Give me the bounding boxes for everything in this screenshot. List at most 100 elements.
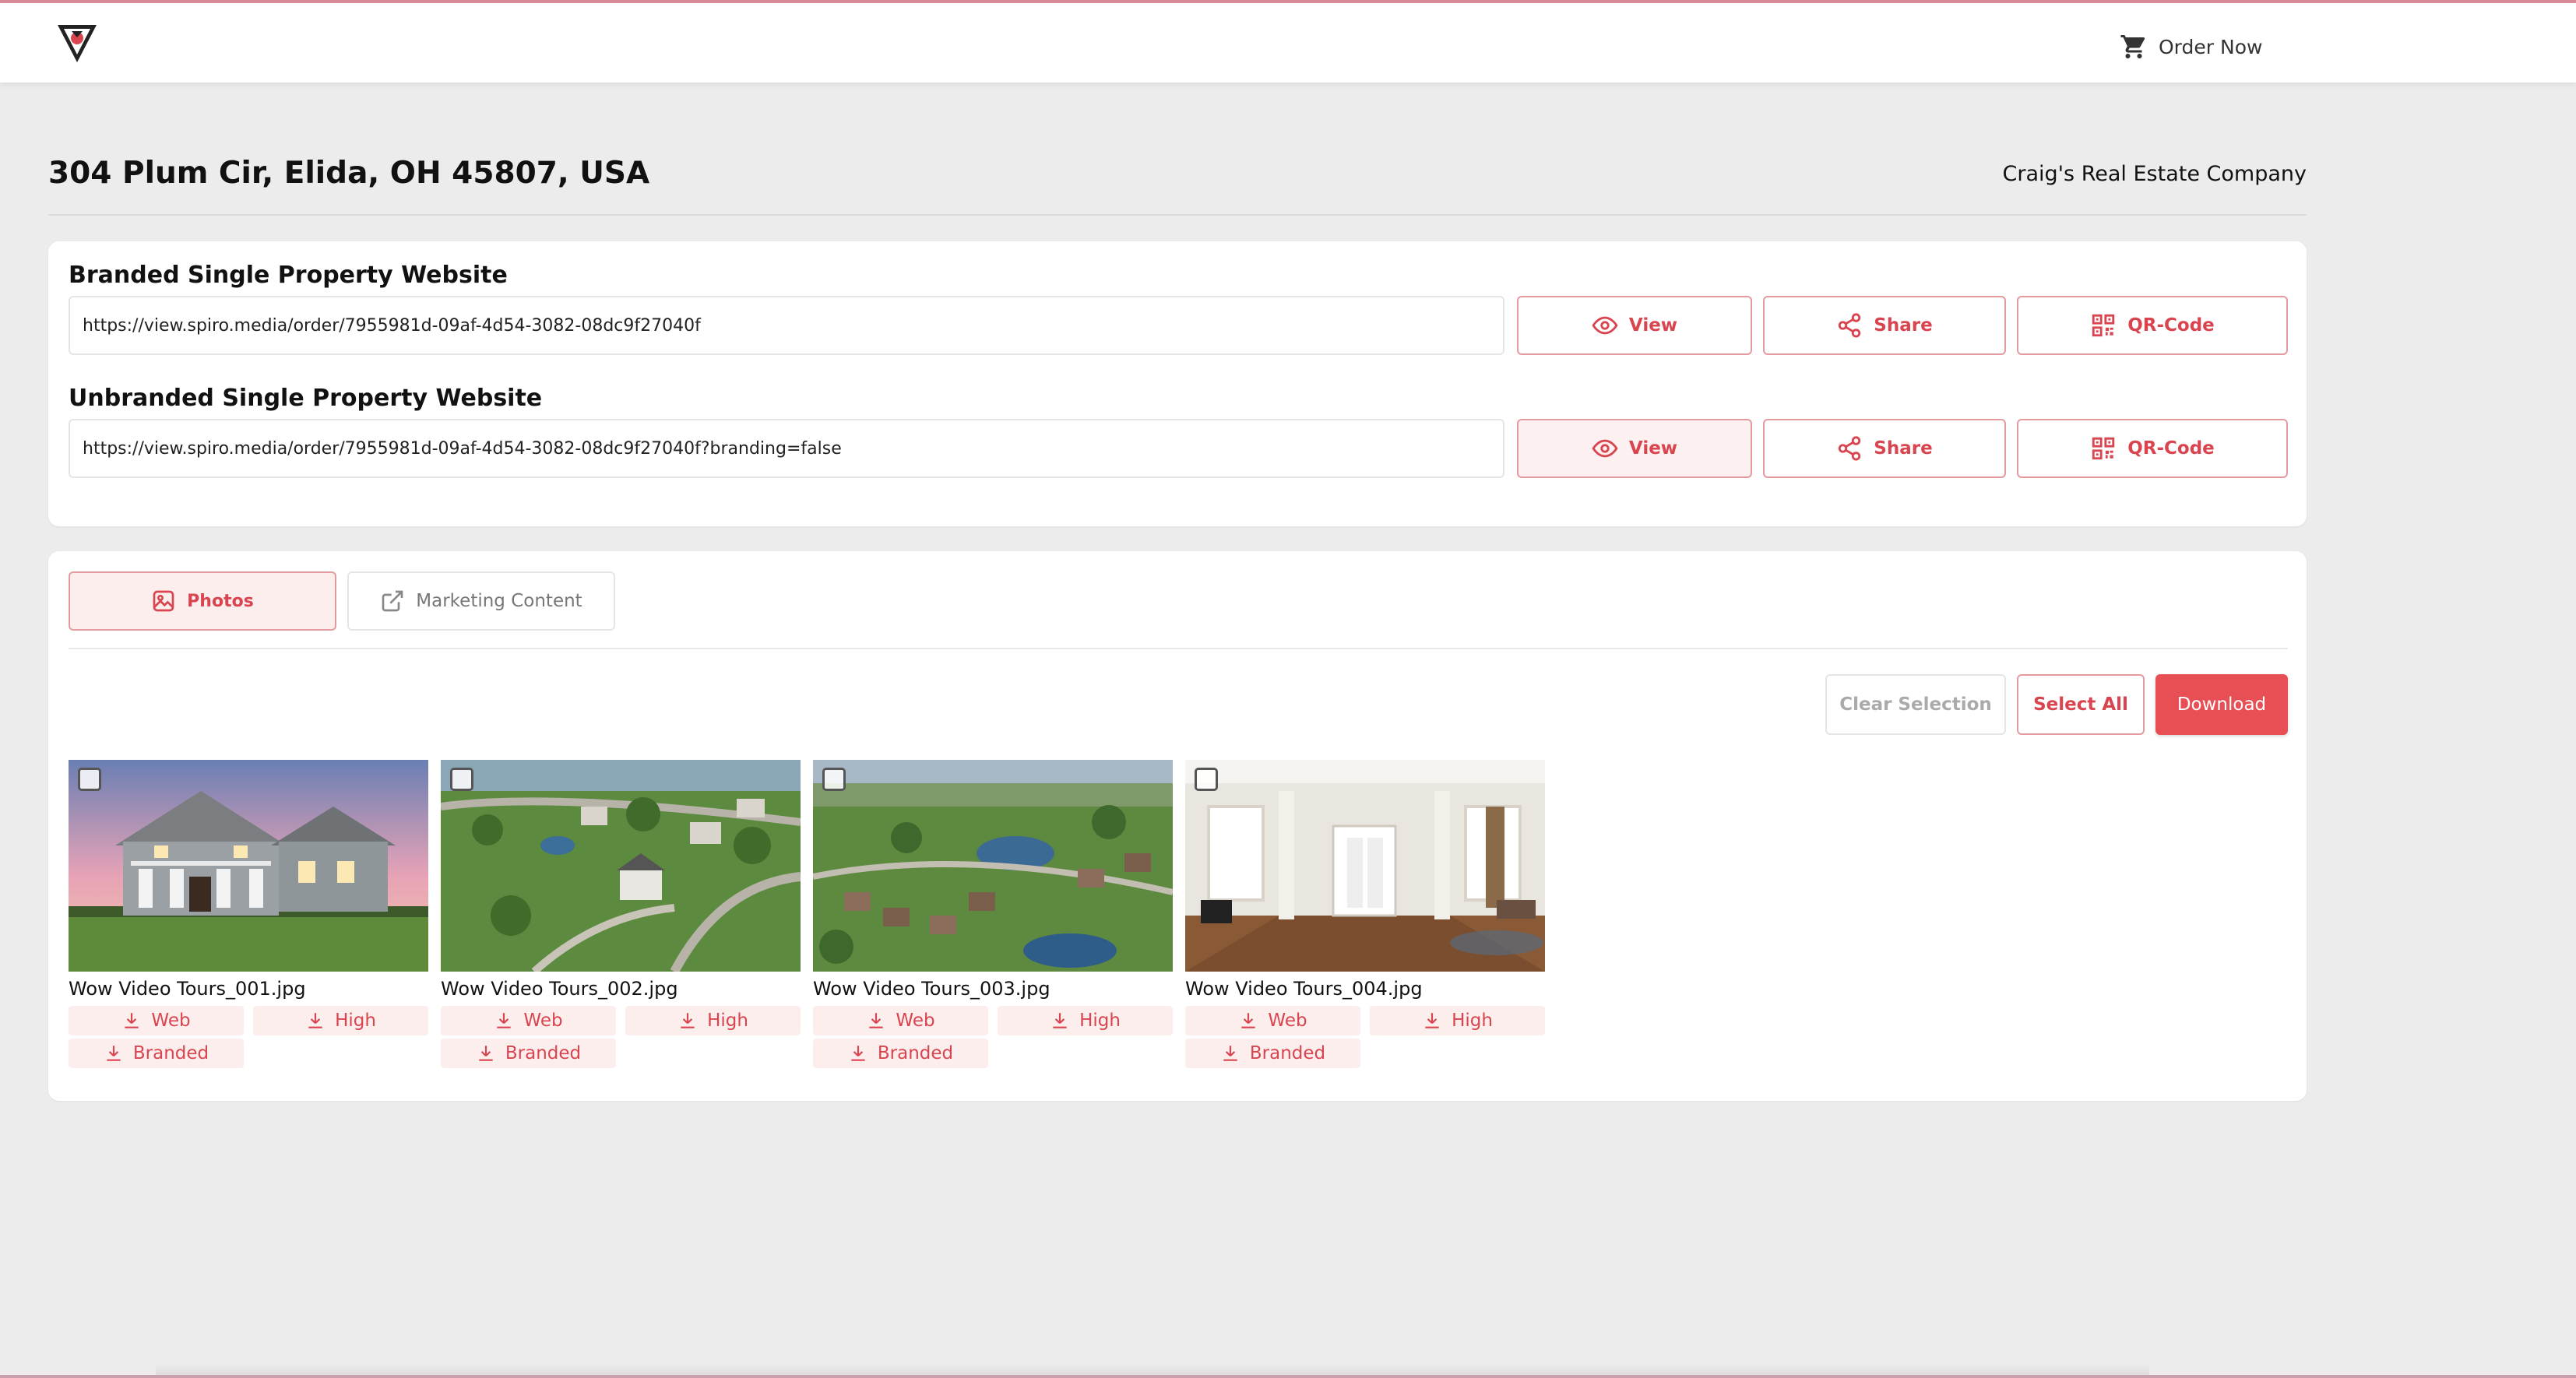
unbranded-website-title: Unbranded Single Property Website (69, 385, 543, 412)
download-icon (869, 1013, 884, 1028)
photo-checkbox[interactable] (78, 768, 101, 791)
download-high-button[interactable]: High (253, 1006, 428, 1035)
download-branded-button[interactable]: Branded (69, 1039, 244, 1068)
unbranded-share-button[interactable]: Share (1763, 419, 2006, 478)
bottom-accent-line (0, 1375, 2576, 1378)
download-high-button[interactable]: High (625, 1006, 801, 1035)
branded-label: Branded (877, 1043, 954, 1063)
photo-card: Wow Video Tours_003.jpg Web High Branded (813, 760, 1173, 1068)
app-header: Order Now (0, 3, 2576, 83)
web-label: Web (151, 1011, 191, 1031)
photo-thumbnail[interactable] (813, 760, 1173, 972)
high-label: High (335, 1011, 376, 1031)
download-icon (681, 1013, 695, 1028)
web-label: Web (896, 1011, 935, 1031)
branded-label: Branded (505, 1043, 582, 1063)
clear-selection-button[interactable]: Clear Selection (1825, 674, 2006, 735)
eye-icon (1592, 316, 1618, 335)
qr-code-label: QR-Code (2127, 315, 2215, 336)
photo-checkbox[interactable] (822, 768, 846, 791)
unbranded-view-button[interactable]: View (1517, 419, 1752, 478)
qr-code-icon (2092, 314, 2115, 337)
photo-thumbnail[interactable] (69, 760, 428, 972)
branded-qr-code-button[interactable]: QR-Code (2017, 296, 2288, 355)
photo-card: Wow Video Tours_001.jpg Web High Branded (69, 760, 428, 1068)
photo-filename: Wow Video Tours_003.jpg (813, 978, 1050, 1000)
high-label: High (1079, 1011, 1121, 1031)
photo-filename: Wow Video Tours_002.jpg (441, 978, 678, 1000)
tab-marketing-label: Marketing Content (416, 591, 582, 611)
branded-url-field[interactable]: https://view.spiro.media/order/7955981d-… (69, 296, 1504, 355)
divider (69, 648, 2288, 649)
download-icon (497, 1013, 512, 1028)
share-label: Share (1874, 438, 1933, 459)
logo-icon (58, 25, 97, 62)
qr-code-icon (2092, 437, 2115, 460)
download-web-button[interactable]: Web (441, 1006, 616, 1035)
download-web-button[interactable]: Web (69, 1006, 244, 1035)
tab-photos[interactable]: Photos (69, 571, 336, 631)
high-label: High (1452, 1011, 1493, 1031)
download-web-button[interactable]: Web (1185, 1006, 1360, 1035)
share-label: Share (1874, 315, 1933, 336)
view-label: View (1628, 315, 1678, 336)
photo-filename: Wow Video Tours_004.jpg (1185, 978, 1423, 1000)
web-label: Web (1268, 1011, 1307, 1031)
high-label: High (707, 1011, 748, 1031)
download-web-button[interactable]: Web (813, 1006, 988, 1035)
unbranded-qr-code-button[interactable]: QR-Code (2017, 419, 2288, 478)
eye-icon (1592, 439, 1618, 458)
photo-filename: Wow Video Tours_001.jpg (69, 978, 306, 1000)
download-icon (479, 1046, 493, 1061)
aerial-photo (441, 760, 801, 972)
image-icon (153, 590, 174, 612)
branded-share-button[interactable]: Share (1763, 296, 2006, 355)
download-icon (1223, 1046, 1237, 1061)
download-button[interactable]: Download (2155, 674, 2288, 735)
branded-label: Branded (1249, 1043, 1326, 1063)
download-icon (1053, 1013, 1067, 1028)
cart-icon (2120, 35, 2145, 58)
download-icon (1425, 1013, 1439, 1028)
house-photo (69, 760, 428, 972)
share-icon (1839, 436, 1861, 461)
branded-website-title: Branded Single Property Website (69, 262, 508, 289)
branded-label: Branded (132, 1043, 209, 1063)
external-link-icon (382, 590, 403, 612)
download-branded-button[interactable]: Branded (441, 1039, 616, 1068)
company-logo[interactable] (55, 20, 100, 65)
download-high-button[interactable]: High (998, 1006, 1173, 1035)
view-label: View (1628, 438, 1678, 459)
photo-thumbnail[interactable] (1185, 760, 1545, 972)
download-icon (1241, 1013, 1256, 1028)
share-icon (1839, 313, 1861, 338)
unbranded-url-field[interactable]: https://view.spiro.media/order/7955981d-… (69, 419, 1504, 478)
download-branded-button[interactable]: Branded (813, 1039, 988, 1068)
download-icon (107, 1046, 121, 1061)
divider (48, 214, 2307, 216)
media-card: Photos Marketing Content Clear Selection… (48, 551, 2307, 1101)
photo-checkbox[interactable] (1195, 768, 1218, 791)
interior-photo (1185, 760, 1545, 972)
download-icon (125, 1013, 139, 1028)
aerial-pond-photo (813, 760, 1173, 972)
property-address: 304 Plum Cir, Elida, OH 45807, USA (48, 156, 650, 191)
property-websites-card: Branded Single Property Website https://… (48, 241, 2307, 526)
tab-photos-label: Photos (187, 591, 254, 611)
photo-thumbnail[interactable] (441, 760, 801, 972)
order-now-label: Order Now (2159, 35, 2263, 58)
qr-code-label: QR-Code (2127, 438, 2215, 459)
download-icon (851, 1046, 865, 1061)
photo-checkbox[interactable] (450, 768, 473, 791)
download-high-button[interactable]: High (1370, 1006, 1545, 1035)
company-name: Craig's Real Estate Company (2002, 162, 2307, 186)
download-icon (308, 1013, 322, 1028)
order-now-link[interactable]: Order Now (2120, 31, 2262, 62)
download-branded-button[interactable]: Branded (1185, 1039, 1360, 1068)
photo-card: Wow Video Tours_004.jpg Web High Branded (1185, 760, 1545, 1068)
select-all-button[interactable]: Select All (2017, 674, 2145, 735)
photo-card: Wow Video Tours_002.jpg Web High Branded (441, 760, 801, 1068)
web-label: Web (523, 1011, 563, 1031)
tab-marketing-content[interactable]: Marketing Content (347, 571, 615, 631)
branded-view-button[interactable]: View (1517, 296, 1752, 355)
